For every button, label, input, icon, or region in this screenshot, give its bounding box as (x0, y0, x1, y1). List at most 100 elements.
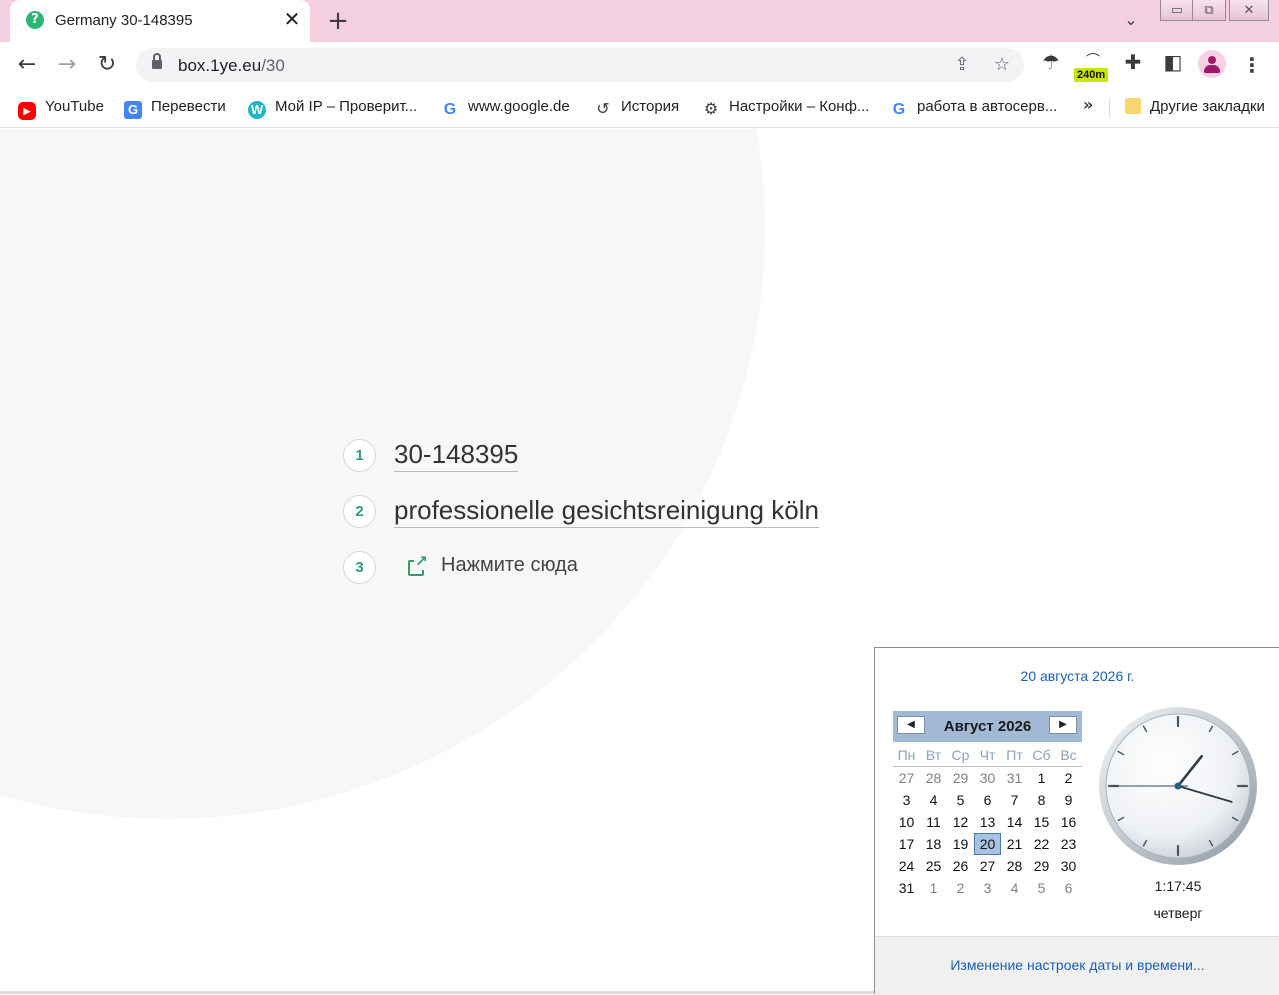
calendar-day[interactable]: 13 (974, 811, 1001, 833)
change-date-time-settings-link[interactable]: Изменение настроек даты и времени... (875, 957, 1279, 973)
calendar-day[interactable]: 11 (920, 811, 947, 833)
bookmark-job-search[interactable]: Gработа в автосерв... (890, 97, 1058, 118)
translate-icon: G (124, 101, 142, 119)
calendar-day[interactable]: 18 (920, 833, 947, 855)
calendar-day[interactable]: 4 (920, 789, 947, 811)
restore-window-button[interactable]: ⧉ (1192, 0, 1226, 21)
extension-umbrella-icon[interactable]: ☂ (1036, 50, 1066, 80)
close-window-button[interactable]: ✕ (1229, 0, 1269, 21)
tab-strip: ? Germany 30-148395 ✕ + ⌄ ▭ ⧉ ✕ (0, 0, 1279, 42)
next-month-arrow-icon[interactable]: ▶ (1049, 716, 1077, 734)
gear-icon: ⚙ (703, 99, 719, 118)
calendar-day[interactable]: 26 (947, 855, 974, 877)
minimize-window-button[interactable]: ▭ (1160, 0, 1194, 21)
other-bookmarks-folder[interactable]: Другие закладки (1125, 97, 1265, 117)
calendar-day[interactable]: 5 (947, 789, 974, 811)
calendar-day[interactable]: 23 (1055, 833, 1082, 855)
calendar-day[interactable]: 28 (1001, 855, 1028, 877)
calendar-day[interactable]: 9 (1055, 789, 1082, 811)
calendar-day[interactable]: 12 (947, 811, 974, 833)
calendar-day[interactable]: 30 (1055, 855, 1082, 877)
calendar-day[interactable]: 15 (1028, 811, 1055, 833)
calendar-day[interactable]: 1 (1028, 767, 1055, 789)
forward-arrow-icon[interactable]: → (52, 50, 82, 80)
weekday-header-row: Пн Вт Ср Чт Пт Сб Вс (893, 745, 1082, 767)
bookmark-label: История (621, 98, 680, 115)
tab-search-chevron-icon[interactable]: ⌄ (1120, 10, 1142, 32)
bookmark-youtube[interactable]: ▶ YouTube (18, 97, 104, 120)
lock-icon[interactable] (152, 53, 162, 70)
analog-clock (1099, 707, 1257, 865)
bookmark-translate[interactable]: G Перевести (124, 97, 226, 119)
new-tab-button[interactable]: + (324, 7, 352, 35)
clock-center (1174, 782, 1182, 790)
calendar-day[interactable]: 3 (893, 789, 920, 811)
calendar-day[interactable]: 29 (947, 767, 974, 789)
weekday-label: Пн (897, 747, 916, 763)
bookmark-label: Перевести (151, 98, 226, 115)
calendar-day[interactable]: 2 (947, 877, 974, 899)
menu-kebab-icon[interactable]: ⋮ (1240, 50, 1264, 80)
close-tab-icon[interactable]: ✕ (280, 8, 304, 32)
calendar-day[interactable]: 17 (893, 833, 920, 855)
calendar-day[interactable]: 21 (1001, 833, 1028, 855)
calendar-day[interactable]: 27 (974, 855, 1001, 877)
step-number: 1 (343, 439, 376, 472)
calendar-day[interactable]: 7 (1001, 789, 1028, 811)
share-icon[interactable]: ⇪ (951, 54, 973, 76)
calendar-day[interactable]: 30 (974, 767, 1001, 789)
google-icon: G (443, 101, 457, 118)
calendar-day[interactable]: 1 (920, 877, 947, 899)
prev-month-arrow-icon[interactable]: ◀ (897, 716, 925, 734)
calendar-day[interactable]: 24 (893, 855, 920, 877)
click-here-label: Нажмите сюда (441, 554, 578, 576)
calendar-week-row: 31 1 2 3 4 5 6 (893, 877, 1082, 899)
tab-favicon-icon: ? (26, 11, 44, 29)
calendar-day[interactable]: 6 (1055, 877, 1082, 899)
google-icon: G (892, 101, 906, 118)
bookmark-google-de[interactable]: Gwww.google.de (441, 97, 570, 118)
step-keyword-text[interactable]: professionelle gesichtsreinigung köln (394, 494, 819, 528)
bookmark-label: Настройки – Конф... (729, 98, 870, 115)
weekday-label: Вс (1060, 747, 1077, 763)
calendar-day[interactable]: 25 (920, 855, 947, 877)
calendar-day[interactable]: 31 (893, 877, 920, 899)
address-bar[interactable]: box.1ye.eu/30 ⇪ ☆ (136, 48, 1024, 82)
bookmark-my-ip[interactable]: W Мой IP – Проверит... (248, 97, 417, 119)
calendar-day[interactable]: 10 (893, 811, 920, 833)
extensions-puzzle-icon[interactable]: ✚ (1118, 50, 1148, 80)
browser-tab-active[interactable]: ? Germany 30-148395 ✕ (10, 0, 310, 42)
calendar-day[interactable]: 6 (974, 789, 1001, 811)
calendar-week-row: 17 18 19 20 21 22 23 (893, 833, 1082, 855)
calendar-day-today[interactable]: 20 (974, 833, 1001, 855)
bookmark-history[interactable]: ↺ История (594, 97, 680, 118)
calendar-day[interactable]: 19 (947, 833, 974, 855)
calendar-day[interactable]: 14 (1001, 811, 1028, 833)
calendar-day[interactable]: 5 (1028, 877, 1055, 899)
calendar-day[interactable]: 22 (1028, 833, 1055, 855)
calendar-day[interactable]: 29 (1028, 855, 1055, 877)
clock-weekday: четверг (1153, 905, 1203, 921)
back-arrow-icon[interactable]: ← (12, 50, 42, 80)
side-panel-icon[interactable]: ◧ (1158, 50, 1188, 80)
calendar-day[interactable]: 28 (920, 767, 947, 789)
calendar-week-row: 10 11 12 13 14 15 16 (893, 811, 1082, 833)
profile-avatar[interactable] (1198, 50, 1226, 78)
url-text[interactable]: box.1ye.eu/30 (178, 56, 285, 76)
calendar-header: Август 2026 ◀ ▶ (893, 711, 1082, 742)
bookmark-star-icon[interactable]: ☆ (991, 54, 1013, 76)
step-number: 3 (343, 551, 376, 584)
calendar-day[interactable]: 8 (1028, 789, 1055, 811)
calendar-day[interactable]: 16 (1055, 811, 1082, 833)
calendar-day[interactable]: 2 (1055, 767, 1082, 789)
calendar-day[interactable]: 27 (893, 767, 920, 789)
step-code-text[interactable]: 30-148395 (394, 438, 519, 472)
bookmark-settings[interactable]: ⚙ Настройки – Конф... (702, 97, 870, 118)
bookmarks-more-chevron-icon[interactable]: » (1083, 95, 1093, 114)
bookmark-label: работа в автосерв... (917, 98, 1058, 115)
calendar-day[interactable]: 31 (1001, 767, 1028, 789)
calendar-day[interactable]: 4 (1001, 877, 1028, 899)
reload-icon[interactable]: ↻ (92, 50, 122, 80)
calendar-day[interactable]: 3 (974, 877, 1001, 899)
full-date-link[interactable]: 20 августа 2026 г. (875, 668, 1279, 684)
